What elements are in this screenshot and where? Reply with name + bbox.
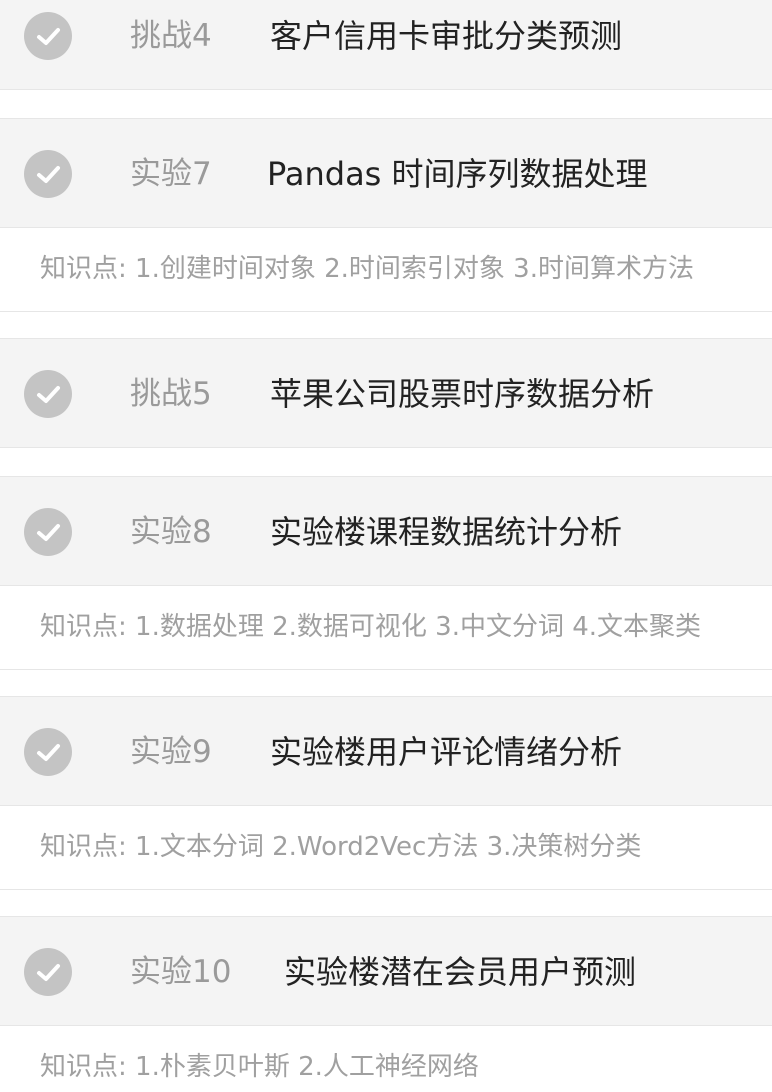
lesson-item[interactable]: 实验9 实验楼用户评论情绪分析 bbox=[0, 696, 772, 806]
course-lesson-list: 挑战4 客户信用卡审批分类预测 实验7 Pandas 时间序列数据处理 知识点:… bbox=[0, 0, 772, 1092]
knowledge-points-text: 知识点: 1.创建时间对象 2.时间索引对象 3.时间算术方法 bbox=[40, 254, 694, 284]
lesson-item[interactable]: 实验10 实验楼潜在会员用户预测 bbox=[0, 916, 772, 1026]
lesson-type-label: 实验7 bbox=[130, 156, 212, 192]
lesson-title: 客户信用卡审批分类预测 bbox=[270, 17, 623, 55]
check-circle-icon bbox=[24, 728, 72, 776]
lesson-item[interactable]: 挑战4 客户信用卡审批分类预测 bbox=[0, 0, 772, 90]
check-circle-icon bbox=[24, 150, 72, 198]
lesson-item[interactable]: 实验7 Pandas 时间序列数据处理 bbox=[0, 118, 772, 228]
knowledge-points: 知识点: 1.创建时间对象 2.时间索引对象 3.时间算术方法 bbox=[0, 228, 772, 312]
knowledge-points: 知识点: 1.文本分词 2.Word2Vec方法 3.决策树分类 bbox=[0, 806, 772, 890]
lesson-item[interactable]: 挑战5 苹果公司股票时序数据分析 bbox=[0, 338, 772, 448]
lesson-type-label: 实验10 bbox=[130, 954, 232, 990]
knowledge-points-text: 知识点: 1.数据处理 2.数据可视化 3.中文分词 4.文本聚类 bbox=[40, 612, 702, 642]
lesson-type-label: 实验9 bbox=[130, 734, 212, 770]
lesson-type-label: 挑战4 bbox=[130, 18, 212, 54]
knowledge-points-text: 知识点: 1.文本分词 2.Word2Vec方法 3.决策树分类 bbox=[40, 832, 642, 862]
lesson-item[interactable]: 实验8 实验楼课程数据统计分析 bbox=[0, 476, 772, 586]
lesson-title: 实验楼潜在会员用户预测 bbox=[284, 953, 637, 991]
knowledge-points-text: 知识点: 1.朴素贝叶斯 2.人工神经网络 bbox=[40, 1052, 479, 1082]
lesson-title: Pandas 时间序列数据处理 bbox=[267, 155, 648, 193]
check-circle-icon bbox=[24, 12, 72, 60]
check-circle-icon bbox=[24, 508, 72, 556]
knowledge-points: 知识点: 1.数据处理 2.数据可视化 3.中文分词 4.文本聚类 bbox=[0, 586, 772, 670]
lesson-title: 实验楼课程数据统计分析 bbox=[270, 513, 623, 551]
lesson-type-label: 实验8 bbox=[130, 514, 212, 550]
lesson-title: 苹果公司股票时序数据分析 bbox=[270, 375, 655, 413]
check-circle-icon bbox=[24, 370, 72, 418]
knowledge-points: 知识点: 1.朴素贝叶斯 2.人工神经网络 bbox=[0, 1026, 772, 1092]
lesson-title: 实验楼用户评论情绪分析 bbox=[270, 733, 623, 771]
check-circle-icon bbox=[24, 948, 72, 996]
lesson-type-label: 挑战5 bbox=[130, 376, 212, 412]
